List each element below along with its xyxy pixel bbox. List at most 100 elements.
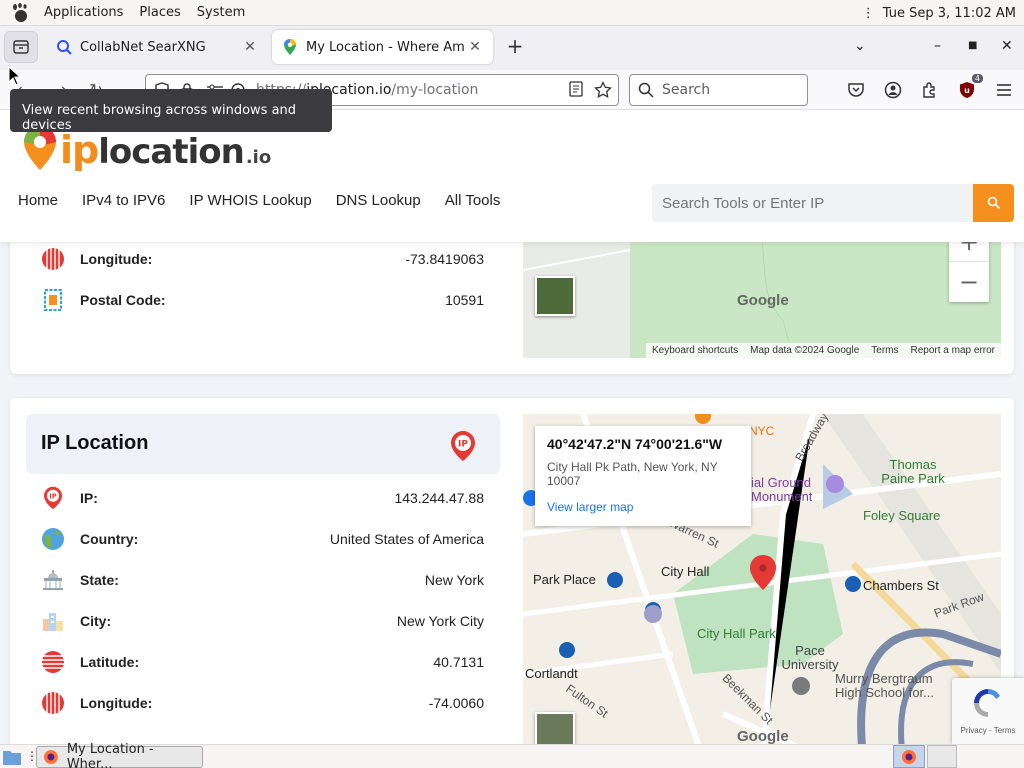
workspace-2[interactable] — [927, 745, 957, 768]
maps-pin-icon — [282, 39, 298, 55]
search-input[interactable]: Search — [629, 74, 808, 106]
clock[interactable]: Tue Sep 3, 11:02 AM — [883, 6, 1016, 21]
searxng-icon — [56, 39, 72, 55]
globe-lines-icon — [40, 691, 66, 715]
map-label: Park Place — [533, 572, 596, 587]
detail-value: New York City — [396, 613, 484, 629]
recaptcha-links[interactable]: Privacy - Terms — [961, 726, 1016, 735]
mouse-cursor-icon — [8, 66, 22, 86]
menu-applications[interactable]: Applications — [36, 5, 131, 20]
detail-value: 40.7131 — [433, 654, 484, 670]
country-row: Country: United States of America — [40, 527, 484, 551]
list-all-tabs-icon[interactable]: ⌄ — [854, 38, 866, 54]
maximize-icon[interactable]: ■ — [968, 40, 977, 51]
tab-my-location[interactable]: My Location - Where Am I? ✕ — [272, 30, 493, 64]
taskbar-firefox-window[interactable]: My Location - Wher... — [36, 742, 203, 768]
map-place-card: 40°42'47.2"N 74°00'21.6"W City Hall Pk P… — [535, 426, 751, 526]
tab-searxng[interactable]: CollabNet SearXNG ✕ — [46, 30, 268, 64]
satellite-toggle[interactable] — [535, 276, 575, 316]
taskbar: ⋮ My Location - Wher... — [0, 742, 1024, 768]
recaptcha-icon — [974, 689, 1000, 717]
section-title: IP Location — [41, 432, 149, 454]
nav-home[interactable]: Home — [18, 192, 58, 209]
tool-search-input[interactable] — [652, 184, 973, 222]
ip-location-card: IP Location IP IP IP: 143.244.47.88 Coun… — [10, 398, 1014, 744]
search-placeholder: Search — [662, 82, 711, 98]
account-icon[interactable] — [883, 80, 903, 100]
detail-row-postal-code: Postal Code: 10591 — [40, 288, 484, 312]
svg-text:u: u — [964, 86, 970, 95]
detail-label: Country: — [80, 531, 139, 547]
terms-link[interactable]: Terms — [871, 345, 898, 356]
site-search — [652, 184, 1014, 222]
system-top-bar: Applications Places System ⋮ Tue Sep 3, … — [0, 0, 1024, 26]
gnome-foot-icon[interactable] — [10, 2, 32, 24]
map-label: Foley Square — [863, 508, 941, 523]
workspace-1-firefox-icon[interactable] — [893, 745, 925, 768]
pocket-icon[interactable] — [846, 80, 866, 100]
new-tab-button[interactable]: + — [504, 36, 526, 58]
map-label: NYC — [749, 424, 775, 438]
file-manager-icon[interactable] — [2, 747, 22, 768]
latitude-row: Latitude: 40.7131 — [40, 650, 484, 674]
detail-value: United States of America — [329, 531, 484, 547]
google-logo: Google — [737, 728, 789, 744]
postal-code-icon — [40, 288, 66, 312]
firefox-view-icon — [13, 40, 29, 54]
logo-ip: ip — [60, 128, 99, 172]
close-icon[interactable]: ✕ — [467, 39, 483, 55]
recaptcha-badge[interactable]: Privacy - Terms — [952, 678, 1024, 744]
extension-badge: 4 — [971, 74, 983, 83]
ip-pin-icon: IP — [40, 486, 66, 510]
url-path: /my-location — [391, 82, 479, 98]
kebab-menu-icon[interactable]: ⋮ — [862, 6, 875, 21]
firefox-view-button[interactable] — [4, 31, 38, 63]
nav-ip-whois-lookup[interactable]: IP WHOIS Lookup — [189, 192, 311, 209]
taskbar-task-title: My Location - Wher... — [66, 742, 154, 768]
earth-icon — [40, 527, 66, 551]
map-coordinates: 40°42'47.2"N 74°00'21.6"W — [547, 436, 723, 452]
window-close-icon[interactable]: ✕ — [1001, 38, 1013, 54]
detail-value: 143.244.47.88 — [394, 490, 484, 506]
menu-places[interactable]: Places — [131, 5, 188, 20]
report-map-error-link[interactable]: Report a map error — [911, 345, 995, 356]
logo-tld: .io — [245, 147, 272, 168]
map-attribution: Keyboard shortcuts Map data ©2024 Google… — [645, 343, 1001, 358]
detail-value: 10591 — [445, 292, 484, 308]
main-nav: Home IPv4 to IPV6 IP WHOIS Lookup DNS Lo… — [18, 192, 500, 209]
search-icon — [638, 82, 654, 98]
reader-view-icon[interactable] — [568, 81, 584, 103]
detail-label: Latitude: — [80, 654, 140, 670]
city-icon — [40, 609, 66, 633]
detail-value: -73.8419063 — [405, 251, 484, 267]
minimize-icon[interactable]: – — [934, 38, 941, 54]
nav-ipv4-to-ipv6[interactable]: IPv4 to IPV6 — [82, 192, 165, 209]
map-label: City Hall Park — [697, 626, 776, 641]
ip-location-map[interactable]: NYC Thomas Paine Park Foley Square City … — [523, 414, 1001, 744]
nav-dns-lookup[interactable]: DNS Lookup — [336, 192, 421, 209]
map-label: Thomas Paine Park — [881, 457, 945, 486]
extensions-icon[interactable] — [920, 80, 940, 100]
logo-location: location — [98, 132, 245, 172]
map-address: City Hall Pk Path, New York, NY 10007 — [547, 460, 718, 488]
bookmark-star-icon[interactable] — [594, 80, 612, 103]
view-larger-map-link[interactable]: View larger map — [547, 500, 739, 514]
svg-text:IP: IP — [458, 440, 468, 450]
tab-title: My Location - Where Am I? — [306, 39, 467, 55]
hamburger-menu-icon[interactable] — [994, 80, 1014, 100]
tab-strip: CollabNet SearXNG ✕ My Location - Where … — [0, 26, 1024, 70]
menu-system[interactable]: System — [189, 5, 253, 20]
map-label: Pace University — [781, 643, 839, 672]
ublock-origin-icon[interactable]: u 4 — [957, 74, 983, 100]
nav-all-tools[interactable]: All Tools — [445, 192, 501, 209]
satellite-toggle[interactable] — [535, 712, 575, 744]
capitol-icon — [40, 568, 66, 592]
longitude-row: Longitude: -74.0060 — [40, 691, 484, 715]
close-icon[interactable]: ✕ — [242, 39, 258, 55]
zoom-out-button[interactable]: − — [949, 262, 989, 302]
site-search-button[interactable] — [973, 184, 1014, 222]
keyboard-shortcuts-link[interactable]: Keyboard shortcuts — [652, 345, 738, 356]
map-label: Chambers St — [863, 578, 939, 593]
web-page: ip location .io Home IPv4 to IPV6 IP WHOIS… — [0, 110, 1024, 744]
tab-title: CollabNet SearXNG — [80, 39, 206, 55]
